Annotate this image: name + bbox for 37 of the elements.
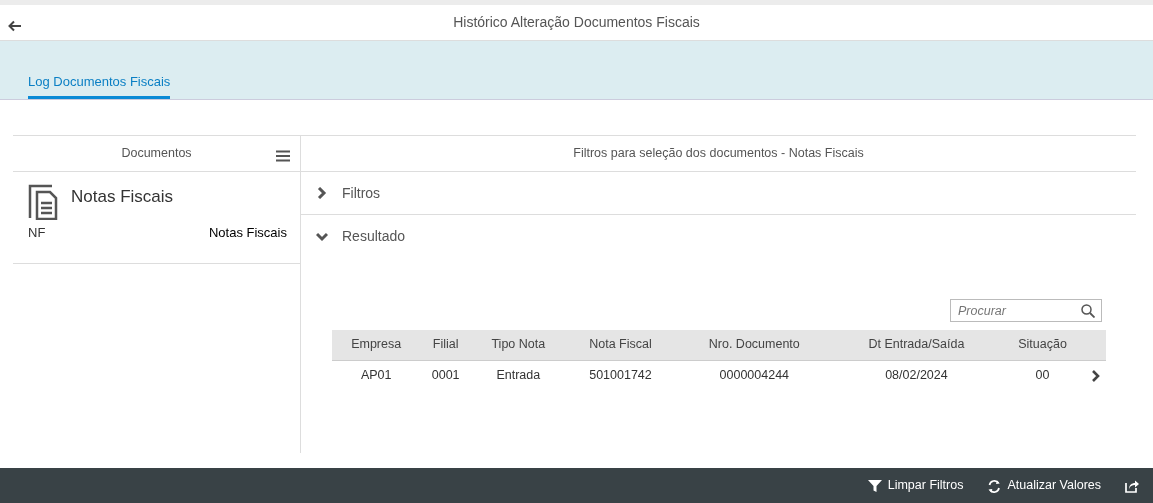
column-header: Tipo Nota (471, 330, 566, 360)
refresh-button[interactable]: Atualizar Valores (985, 474, 1103, 497)
table-cell: 08/02/2024 (833, 360, 1000, 391)
document-list-item[interactable]: Notas Fiscais NF Notas Fiscais (13, 172, 300, 264)
document-title: Notas Fiscais (71, 186, 174, 208)
tab[interactable]: Log Documentos Fiscais (28, 69, 171, 99)
back-arrow-icon (8, 19, 22, 32)
section-header[interactable]: Filtros (301, 172, 1136, 215)
column-header: Dt Entrada/Saída (833, 330, 1000, 360)
column-header: Filial (420, 330, 471, 360)
column-header: Nota Fiscal (565, 330, 676, 360)
panel-title: Filtros para seleção dos documentos - Notas Fiscais (573, 145, 864, 163)
table-cell: 00 (999, 360, 1086, 391)
chevron-right-icon (1090, 370, 1101, 383)
column-header: Empresa (332, 330, 421, 360)
refresh-icon (987, 478, 1002, 493)
document-description: Notas Fiscais (208, 224, 287, 243)
table-cell: AP01 (332, 360, 421, 391)
window-title: Histórico Alteração Documentos Fiscais (453, 13, 700, 32)
filter-icon (867, 478, 882, 493)
section-header[interactable]: Resultado (301, 215, 1136, 258)
panel-title: Documentos (121, 145, 192, 163)
documents-icon (28, 184, 58, 220)
menu-icon (276, 149, 290, 162)
filter-button[interactable]: Limpar Filtros (865, 474, 966, 497)
column-header: Nro. Documento (675, 330, 834, 360)
chevron-down-icon (316, 230, 328, 243)
search-icon (1081, 304, 1095, 318)
search-field[interactable]: Procurar (950, 299, 1102, 322)
document-code: NF (28, 224, 46, 243)
table-cell: 0000004244 (675, 360, 834, 391)
share-icon (1125, 478, 1139, 493)
chevron-right-icon (316, 187, 328, 199)
table-cell: 501001742 (565, 360, 676, 391)
column-header: Situação (999, 330, 1086, 360)
table-cell: 0001 (420, 360, 471, 391)
table-cell: Entrada (471, 360, 566, 391)
